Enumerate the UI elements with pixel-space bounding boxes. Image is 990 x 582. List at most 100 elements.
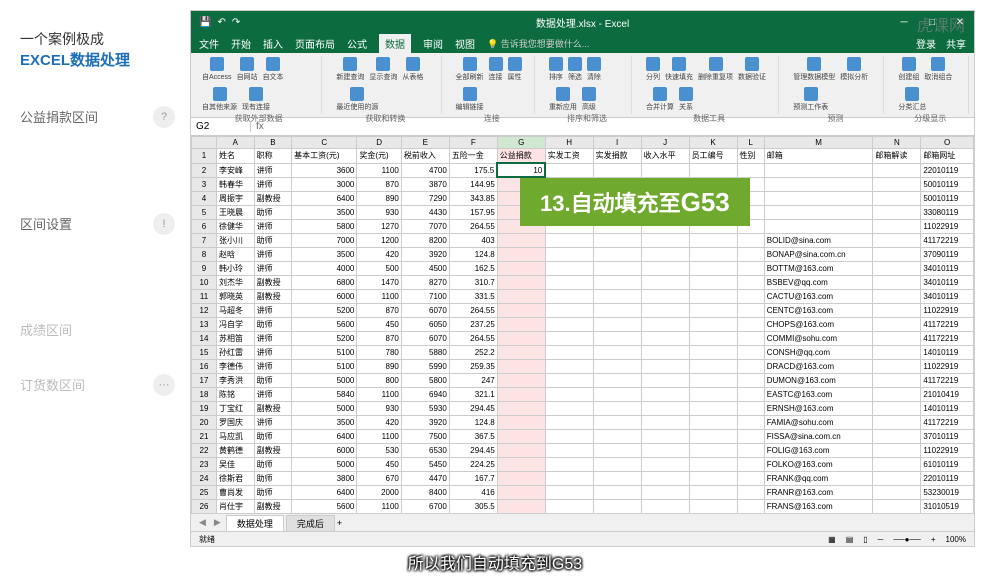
cell[interactable] — [873, 177, 921, 191]
cell[interactable]: 1270 — [357, 219, 401, 233]
ribbon-btn[interactable]: 自其他来源 — [201, 86, 238, 113]
cell[interactable] — [689, 359, 737, 373]
cell[interactable] — [737, 457, 764, 471]
cell[interactable]: 周振宇 — [217, 191, 255, 205]
cell[interactable]: 3000 — [292, 177, 357, 191]
cell[interactable]: 助师 — [254, 205, 292, 219]
row-header[interactable]: 5 — [192, 205, 217, 219]
cell[interactable]: 6400 — [292, 191, 357, 205]
cell[interactable]: 3500 — [292, 415, 357, 429]
cell[interactable] — [545, 289, 593, 303]
cell[interactable]: FOLIG@163.com — [764, 443, 873, 457]
cell[interactable]: 讲师 — [254, 247, 292, 261]
cell[interactable] — [545, 457, 593, 471]
cell[interactable]: 黄鹤德 — [217, 443, 255, 457]
cell[interactable]: 34010119 — [921, 261, 974, 275]
cell[interactable]: 41172219 — [921, 415, 974, 429]
cell[interactable]: 副教授 — [254, 499, 292, 513]
share-button[interactable]: 共享 — [946, 36, 966, 51]
cell[interactable] — [873, 275, 921, 289]
cell[interactable]: EASTC@163.com — [764, 387, 873, 401]
cell[interactable]: 讲师 — [254, 387, 292, 401]
cell[interactable] — [545, 387, 593, 401]
cell[interactable] — [689, 233, 737, 247]
cell[interactable] — [593, 429, 641, 443]
cell[interactable] — [764, 177, 873, 191]
row-header[interactable]: 20 — [192, 415, 217, 429]
header-cell[interactable]: 收入水平 — [641, 149, 689, 164]
col-header[interactable]: O — [921, 137, 974, 149]
cell[interactable] — [593, 471, 641, 485]
cell[interactable] — [497, 485, 545, 499]
tab-insert[interactable]: 插入 — [263, 36, 283, 51]
cell[interactable]: BOLID@sina.com — [764, 233, 873, 247]
ribbon-btn[interactable]: 合并计算 — [645, 86, 675, 113]
cell[interactable] — [737, 443, 764, 457]
cell[interactable]: 4700 — [401, 163, 449, 177]
cell[interactable]: DUMON@163.com — [764, 373, 873, 387]
cell[interactable] — [689, 345, 737, 359]
cell[interactable] — [737, 247, 764, 261]
cell[interactable] — [497, 275, 545, 289]
row-header[interactable]: 16 — [192, 359, 217, 373]
lesson-item-2[interactable]: 区间设置 ! — [20, 213, 190, 235]
cell[interactable] — [873, 401, 921, 415]
cell[interactable]: FRANK@qq.com — [764, 471, 873, 485]
cell[interactable]: 264.55 — [449, 219, 497, 233]
view-layout-icon[interactable]: ▤ — [846, 535, 854, 544]
cell[interactable]: 5100 — [292, 359, 357, 373]
cell[interactable]: 870 — [357, 331, 401, 345]
cell[interactable]: 李秀洪 — [217, 373, 255, 387]
col-header[interactable]: A — [217, 137, 255, 149]
cell[interactable]: 162.5 — [449, 261, 497, 275]
row-header[interactable]: 1 — [192, 149, 217, 164]
cell[interactable]: 讲师 — [254, 303, 292, 317]
cell[interactable]: 韩小玲 — [217, 261, 255, 275]
cell[interactable]: 6940 — [401, 387, 449, 401]
cell[interactable] — [873, 289, 921, 303]
cell[interactable]: CACTU@163.com — [764, 289, 873, 303]
cell[interactable]: 175.5 — [449, 163, 497, 177]
cell[interactable] — [737, 401, 764, 415]
cell[interactable] — [497, 247, 545, 261]
ribbon-btn[interactable]: 预测工作表 — [792, 86, 829, 113]
cell[interactable]: 1100 — [357, 499, 401, 513]
cell[interactable] — [873, 485, 921, 499]
redo-icon[interactable]: ↷ — [232, 17, 240, 28]
cell[interactable]: 助师 — [254, 233, 292, 247]
col-header[interactable]: E — [401, 137, 449, 149]
cell[interactable]: 6070 — [401, 303, 449, 317]
cell[interactable]: 450 — [357, 317, 401, 331]
cell[interactable]: 5100 — [292, 345, 357, 359]
cell[interactable]: 6070 — [401, 331, 449, 345]
cell[interactable] — [545, 345, 593, 359]
ribbon-btn[interactable]: 排序 — [548, 56, 564, 83]
cell[interactable]: 讲师 — [254, 177, 292, 191]
ribbon-btn[interactable]: 高级 — [581, 86, 597, 113]
header-cell[interactable]: 员工编号 — [689, 149, 737, 164]
cell[interactable] — [873, 443, 921, 457]
cell[interactable]: 6050 — [401, 317, 449, 331]
cell[interactable]: 1100 — [357, 387, 401, 401]
row-header[interactable]: 24 — [192, 471, 217, 485]
cell[interactable]: 2000 — [357, 485, 401, 499]
cell[interactable] — [497, 415, 545, 429]
ribbon-btn[interactable]: 属性 — [507, 56, 523, 83]
cell[interactable] — [689, 401, 737, 415]
cell[interactable] — [593, 457, 641, 471]
cell[interactable]: 罗国庆 — [217, 415, 255, 429]
cell[interactable]: 讲师 — [254, 345, 292, 359]
cell[interactable]: 讲师 — [254, 331, 292, 345]
cell[interactable]: 144.95 — [449, 177, 497, 191]
cell[interactable]: 7500 — [401, 429, 449, 443]
cell[interactable] — [641, 499, 689, 513]
cell[interactable]: 530 — [357, 443, 401, 457]
cell[interactable]: 讲师 — [254, 219, 292, 233]
cell[interactable] — [873, 191, 921, 205]
ribbon-btn[interactable]: 重新应用 — [548, 86, 578, 113]
cell[interactable]: CENTC@163.com — [764, 303, 873, 317]
cell[interactable]: 870 — [357, 303, 401, 317]
cell[interactable]: 403 — [449, 233, 497, 247]
cell[interactable]: 韩春华 — [217, 177, 255, 191]
cell[interactable] — [737, 485, 764, 499]
